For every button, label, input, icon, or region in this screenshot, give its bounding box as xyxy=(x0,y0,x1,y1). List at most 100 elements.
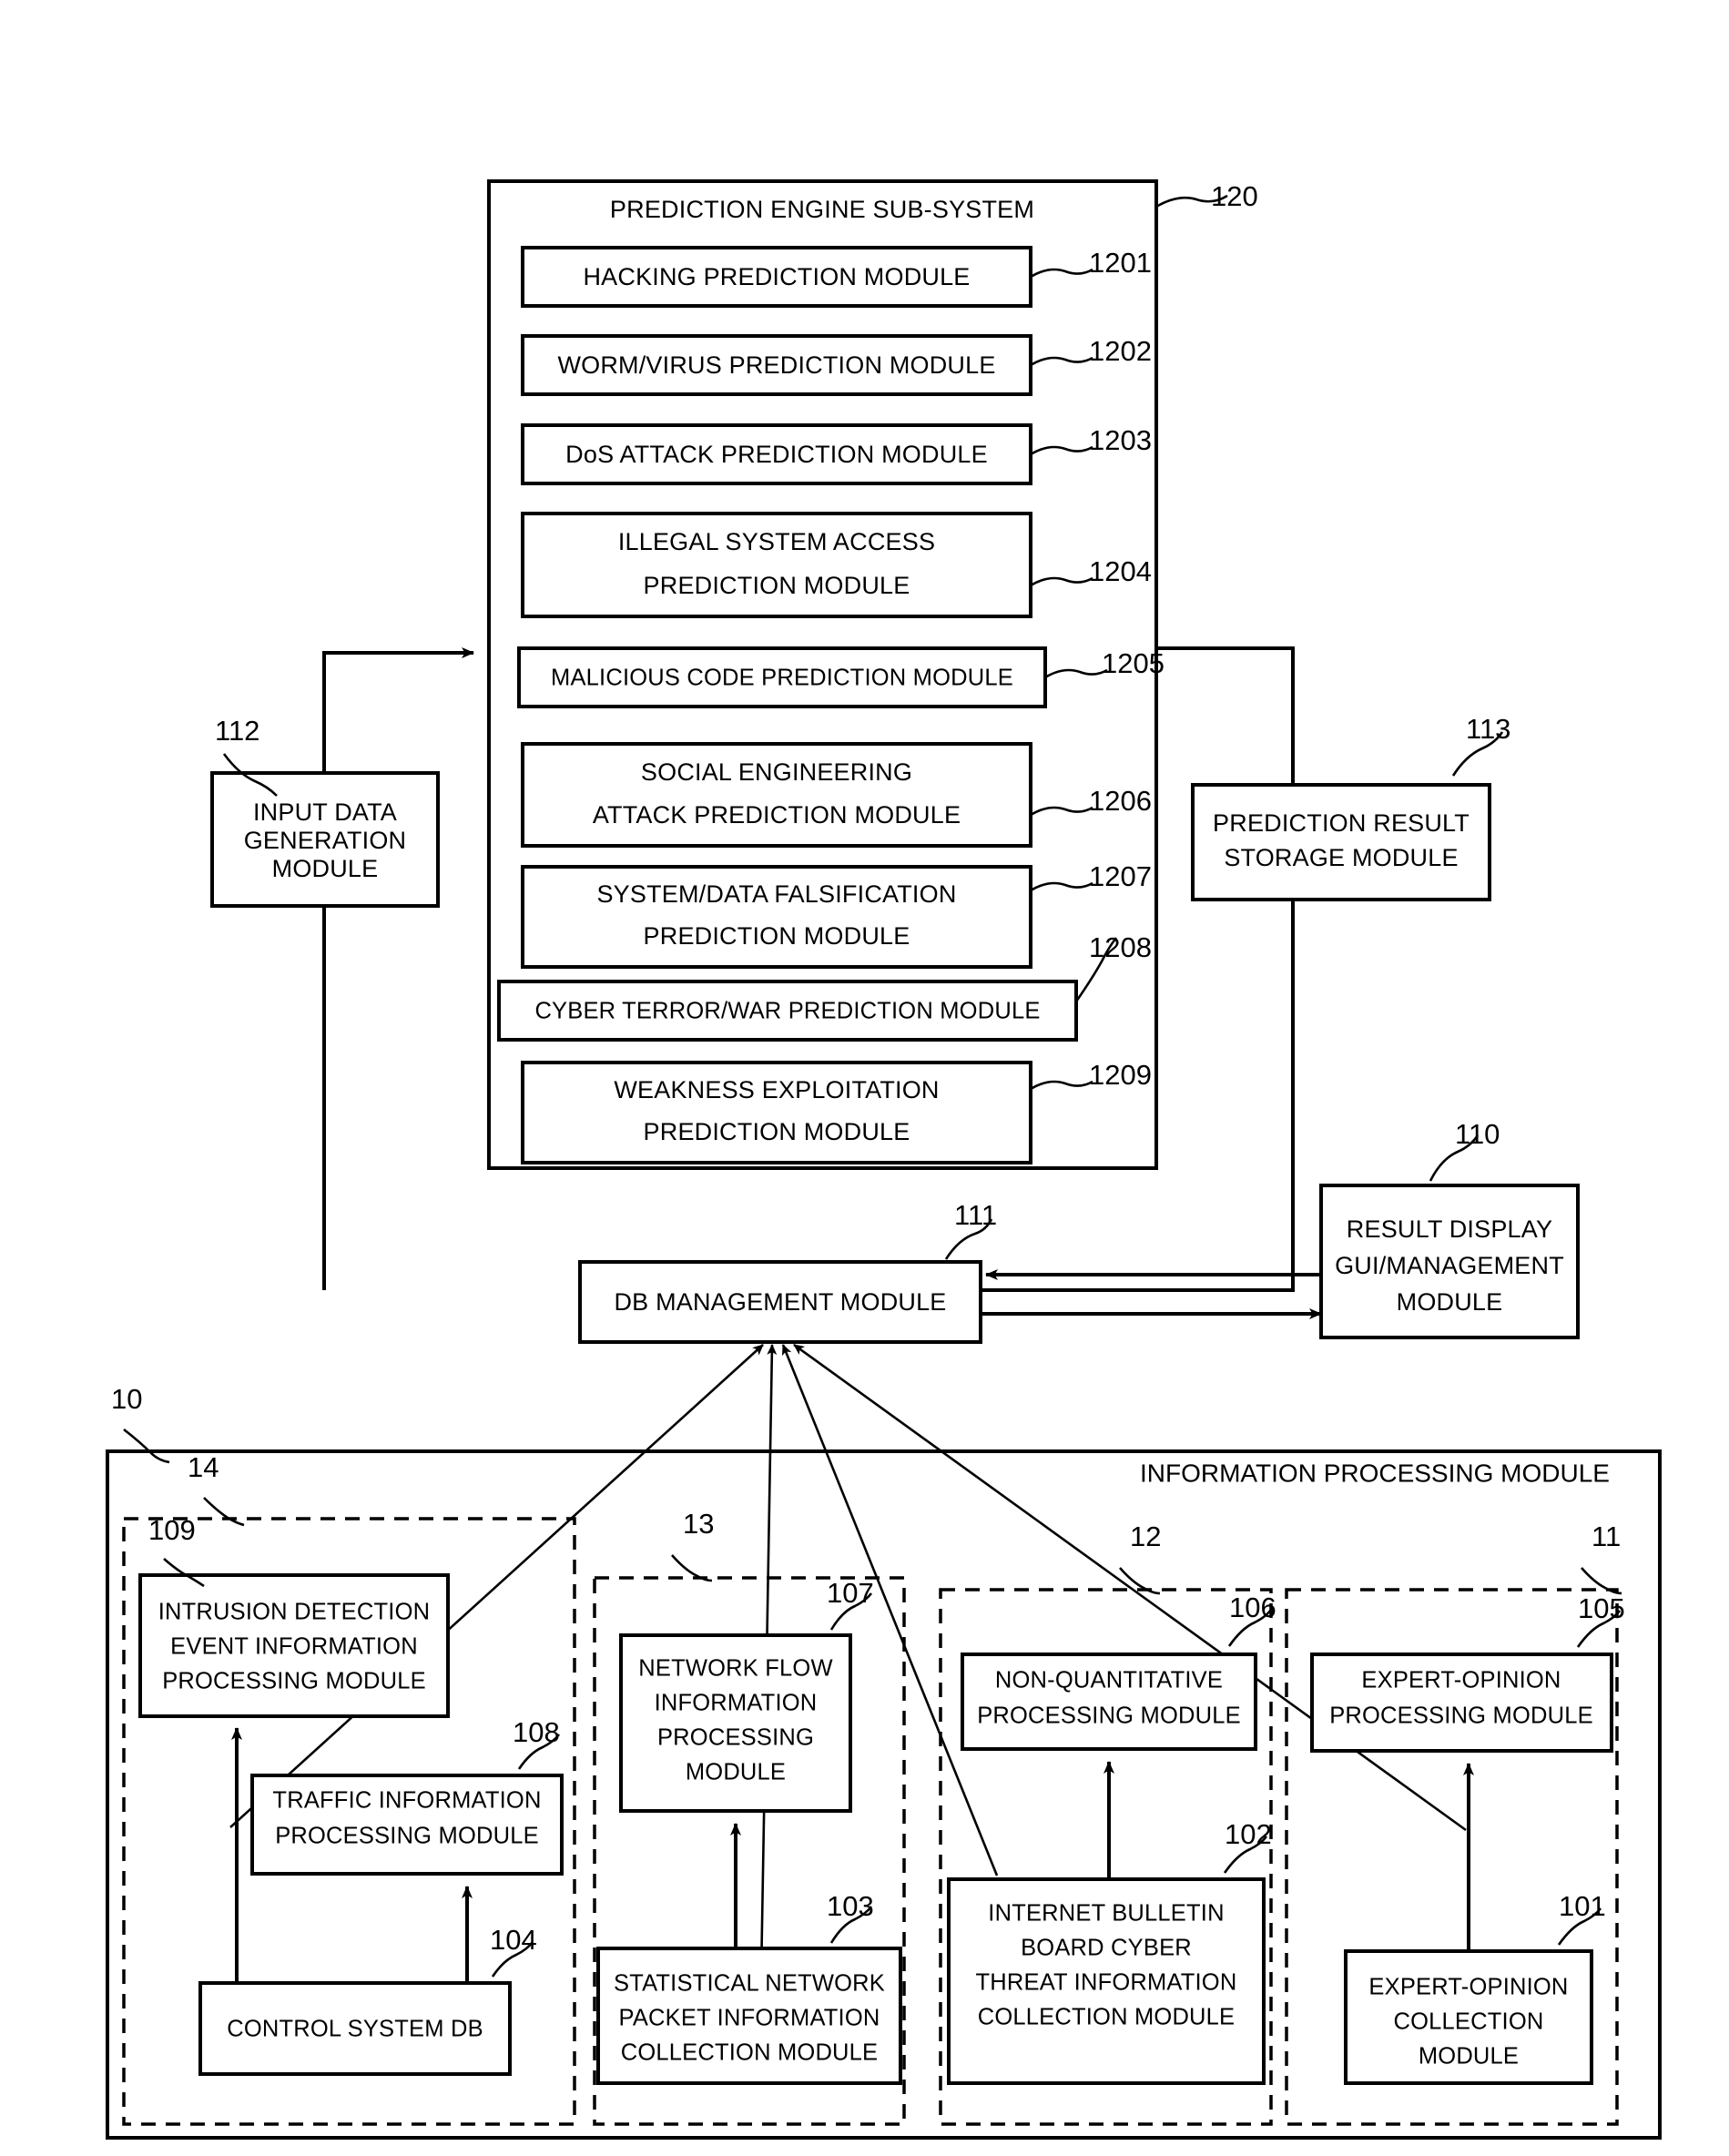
module-system-data-falsification-prediction-label-1: SYSTEM/DATA FALSIFICATION xyxy=(596,880,956,908)
module-malicious-code-prediction-label: MALICIOUS CODE PREDICTION MODULE xyxy=(551,666,1013,691)
module-db-management[interactable]: DB MANAGEMENT MODULE 111 xyxy=(578,1199,997,1344)
module-input-data-generation-label-1: INPUT DATA xyxy=(253,798,397,826)
module-internet-bulletin-label-3: THREAT INFORMATION xyxy=(976,1970,1237,1996)
module-result-display-gui-label-1: RESULT DISPLAY xyxy=(1347,1215,1552,1243)
connector-input-data-loop xyxy=(322,647,474,1290)
ref-1207: 1207 xyxy=(1089,860,1152,892)
module-intrusion-detection-event-info-label-1: INTRUSION DETECTION xyxy=(158,1600,430,1625)
module-hacking-prediction[interactable]: HACKING PREDICTION MODULE 1201 xyxy=(521,246,1152,308)
module-worm-virus-prediction-label: WORM/VIRUS PREDICTION MODULE xyxy=(557,351,995,379)
ref-102: 102 xyxy=(1225,1818,1272,1850)
module-control-system-db[interactable]: CONTROL SYSTEM DB 104 xyxy=(198,1924,537,2076)
ref-120: 120 xyxy=(1211,180,1258,212)
module-expert-opinion-processing-label-1: EXPERT-OPINION xyxy=(1361,1668,1561,1693)
ref-10: 10 xyxy=(111,1383,142,1415)
leader-1203 xyxy=(1030,445,1093,456)
ref-11: 11 xyxy=(1592,1520,1621,1552)
module-intrusion-detection-event-info-label-3: PROCESSING MODULE xyxy=(162,1669,426,1694)
module-input-data-generation-label-3: MODULE xyxy=(272,855,379,882)
module-network-flow-label-2: INFORMATION xyxy=(655,1691,818,1716)
module-social-engineering-prediction-label-2: ATTACK PREDICTION MODULE xyxy=(593,801,961,829)
ref-108: 108 xyxy=(513,1716,560,1748)
ref-104: 104 xyxy=(490,1924,537,1956)
leader-1206 xyxy=(1030,806,1093,817)
module-intrusion-detection-event-info-label-2: EVENT INFORMATION xyxy=(170,1634,418,1660)
module-db-management-label: DB MANAGEMENT MODULE xyxy=(614,1288,946,1316)
module-weakness-exploitation-prediction-label-2: PREDICTION MODULE xyxy=(644,1118,910,1145)
information-processing-title: INFORMATION PROCESSING MODULE xyxy=(1140,1459,1610,1487)
module-hacking-prediction-label: HACKING PREDICTION MODULE xyxy=(583,263,970,290)
module-statistical-packet-label-2: PACKET INFORMATION xyxy=(619,2006,880,2031)
module-prediction-result-storage-box[interactable] xyxy=(1191,783,1491,901)
ref-14: 14 xyxy=(188,1451,219,1483)
ref-13: 13 xyxy=(683,1508,714,1540)
module-cyber-terror-war-prediction-label: CYBER TERROR/WAR PREDICTION MODULE xyxy=(534,999,1040,1024)
patent-block-diagram: PREDICTION ENGINE SUB-SYSTEM 120 HACKING… xyxy=(106,179,1662,2140)
module-prediction-result-storage-label-1: PREDICTION RESULT xyxy=(1213,809,1470,837)
module-statistical-network-packet-collection[interactable]: STATISTICAL NETWORK PACKET INFORMATION C… xyxy=(596,1890,902,2085)
leader-1209 xyxy=(1030,1080,1093,1091)
module-result-display-gui-label-3: MODULE xyxy=(1397,1288,1503,1316)
leader-10 xyxy=(123,1428,170,1464)
ref-113: 113 xyxy=(1466,713,1510,745)
ref-105: 105 xyxy=(1578,1592,1625,1624)
leader-1202 xyxy=(1030,356,1093,367)
ref-106: 106 xyxy=(1229,1592,1276,1623)
module-illegal-system-access-prediction[interactable]: ILLEGAL SYSTEM ACCESS PREDICTION MODULE … xyxy=(521,512,1152,618)
module-traffic-information-processing[interactable]: TRAFFIC INFORMATION PROCESSING MODULE 10… xyxy=(250,1716,564,1876)
module-illegal-system-access-prediction-label-1: ILLEGAL SYSTEM ACCESS xyxy=(618,528,935,555)
module-traffic-information-processing-label-1: TRAFFIC INFORMATION xyxy=(272,1788,541,1814)
leader-1205 xyxy=(1044,668,1108,679)
module-traffic-information-processing-label-2: PROCESSING MODULE xyxy=(275,1824,539,1849)
module-expert-opinion-processing[interactable]: EXPERT-OPINION PROCESSING MODULE 105 xyxy=(1310,1592,1625,1753)
module-result-display-gui-label-2: GUI/MANAGEMENT xyxy=(1335,1252,1564,1279)
ref-1204: 1204 xyxy=(1089,555,1152,587)
module-internet-bulletin-label-2: BOARD CYBER xyxy=(1021,1936,1192,1961)
module-expert-opinion-collection[interactable]: EXPERT-OPINION COLLECTION MODULE 101 xyxy=(1344,1890,1606,2085)
ref-1209: 1209 xyxy=(1089,1059,1152,1091)
module-expert-opinion-collection-label-1: EXPERT-OPINION xyxy=(1368,1975,1568,2000)
module-weakness-exploitation-prediction[interactable]: WEAKNESS EXPLOITATION PREDICTION MODULE … xyxy=(521,1059,1152,1164)
ref-110: 110 xyxy=(1455,1118,1500,1150)
module-system-data-falsification-prediction[interactable]: SYSTEM/DATA FALSIFICATION PREDICTION MOD… xyxy=(521,860,1152,969)
ref-101: 101 xyxy=(1559,1890,1606,1922)
ref-107: 107 xyxy=(827,1577,874,1609)
module-prediction-result-storage-label-2: STORAGE MODULE xyxy=(1224,844,1458,871)
module-result-display-gui[interactable]: RESULT DISPLAY GUI/MANAGEMENT MODULE 110 xyxy=(1319,1118,1580,1339)
ref-1203: 1203 xyxy=(1089,424,1152,456)
module-intrusion-detection-event-info[interactable]: INTRUSION DETECTION EVENT INFORMATION PR… xyxy=(138,1514,450,1718)
module-non-quantitative-label-1: NON-QUANTITATIVE xyxy=(995,1668,1223,1693)
module-social-engineering-prediction[interactable]: SOCIAL ENGINEERING ATTACK PREDICTION MOD… xyxy=(521,742,1152,848)
leader-1204 xyxy=(1030,576,1093,587)
ref-111: 111 xyxy=(954,1199,997,1231)
module-dos-attack-prediction[interactable]: DoS ATTACK PREDICTION MODULE 1203 xyxy=(521,423,1152,485)
module-control-system-db-label: CONTROL SYSTEM DB xyxy=(227,2017,483,2042)
prediction-engine-title: PREDICTION ENGINE SUB-SYSTEM xyxy=(610,196,1034,223)
module-weakness-exploitation-prediction-label-1: WEAKNESS EXPLOITATION xyxy=(614,1076,939,1103)
ref-112: 112 xyxy=(215,715,259,747)
ref-1202: 1202 xyxy=(1089,335,1152,367)
ref-109: 109 xyxy=(148,1514,196,1546)
module-statistical-packet-label-3: COLLECTION MODULE xyxy=(621,2040,879,2066)
ref-1201: 1201 xyxy=(1089,247,1152,279)
module-network-flow-label-1: NETWORK FLOW xyxy=(638,1656,832,1682)
module-malicious-code-prediction[interactable]: MALICIOUS CODE PREDICTION MODULE 1205 xyxy=(517,646,1165,708)
module-non-quantitative-label-2: PROCESSING MODULE xyxy=(977,1703,1241,1729)
module-illegal-system-access-prediction-label-2: PREDICTION MODULE xyxy=(644,572,910,599)
leader-14 xyxy=(203,1497,245,1527)
ref-1208: 1208 xyxy=(1089,931,1152,963)
module-dos-attack-prediction-label: DoS ATTACK PREDICTION MODULE xyxy=(565,441,988,468)
module-internet-bulletin-label-4: COLLECTION MODULE xyxy=(978,2005,1236,2030)
ref-1206: 1206 xyxy=(1089,785,1152,817)
module-prediction-result-storage[interactable]: PREDICTION RESULT STORAGE MODULE 113 xyxy=(1191,713,1510,901)
ref-12: 12 xyxy=(1130,1520,1161,1552)
module-network-flow-information-processing[interactable]: NETWORK FLOW INFORMATION PROCESSING MODU… xyxy=(619,1577,874,1813)
module-non-quantitative-processing[interactable]: NON-QUANTITATIVE PROCESSING MODULE 106 xyxy=(961,1592,1276,1751)
ref-103: 103 xyxy=(827,1890,874,1922)
module-input-data-generation-label-2: GENERATION xyxy=(244,827,407,854)
module-expert-opinion-collection-label-2: COLLECTION xyxy=(1394,2009,1544,2035)
leader-1207 xyxy=(1030,881,1093,892)
module-social-engineering-prediction-label-1: SOCIAL ENGINEERING xyxy=(641,758,912,786)
module-worm-virus-prediction[interactable]: WORM/VIRUS PREDICTION MODULE 1202 xyxy=(521,334,1152,396)
module-expert-opinion-collection-label-3: MODULE xyxy=(1419,2044,1519,2070)
